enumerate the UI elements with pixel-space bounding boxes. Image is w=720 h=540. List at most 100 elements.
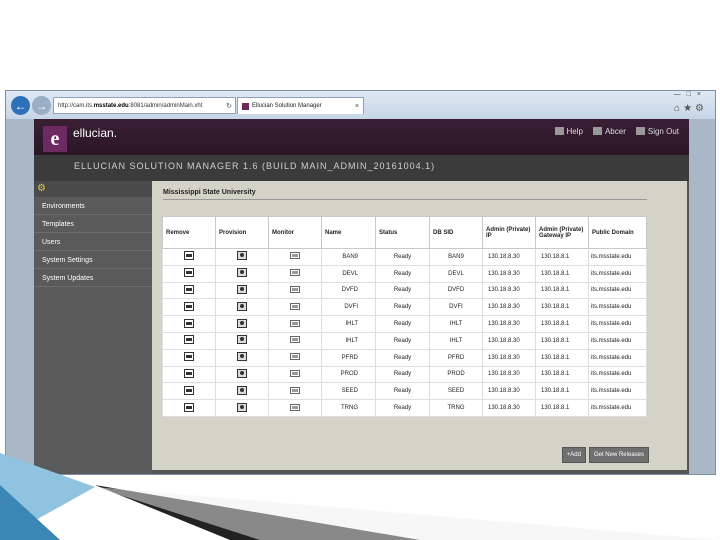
remove-cell xyxy=(162,298,216,317)
gateway-ip-cell: 130.18.8.1 xyxy=(535,248,589,266)
remove-cell xyxy=(162,264,216,283)
close-tab-icon[interactable]: × xyxy=(355,103,363,110)
provision-cell xyxy=(215,298,269,317)
remove-icon[interactable] xyxy=(184,318,194,328)
user-icon xyxy=(592,127,602,135)
logo-text: ellucian. xyxy=(73,126,118,140)
remove-icon[interactable] xyxy=(184,335,194,345)
monitor-icon[interactable] xyxy=(290,353,300,361)
back-button[interactable]: ← xyxy=(11,96,30,115)
sid-cell: IHLT xyxy=(429,331,483,350)
provision-cell xyxy=(215,331,269,350)
provision-icon[interactable] xyxy=(237,284,247,294)
help-link[interactable]: Help xyxy=(554,127,583,136)
status-cell: Ready xyxy=(375,365,430,384)
admin-ip-cell: 130.18.8.30 xyxy=(482,348,536,367)
monitor-cell xyxy=(268,399,322,417)
provision-cell xyxy=(215,315,269,333)
monitor-icon[interactable] xyxy=(290,336,300,344)
main-panel: Mississippi State University Remove Prov… xyxy=(152,181,687,470)
browser-tools: ⌂★⚙ xyxy=(674,103,707,114)
remove-icon[interactable] xyxy=(184,368,194,378)
provision-icon[interactable] xyxy=(237,335,247,345)
home-icon[interactable]: ⌂ xyxy=(674,103,683,114)
arrow-left-icon: ← xyxy=(14,98,27,113)
star-icon[interactable]: ★ xyxy=(683,103,695,114)
monitor-icon[interactable] xyxy=(290,269,300,277)
remove-icon[interactable] xyxy=(184,251,194,261)
sidebar-item-users[interactable]: Users xyxy=(34,233,152,251)
column-header: DB SID xyxy=(429,216,483,249)
provision-icon[interactable] xyxy=(237,368,247,378)
monitor-cell xyxy=(268,248,322,266)
monitor-icon[interactable] xyxy=(290,319,300,327)
status-cell: Ready xyxy=(375,264,430,283)
monitor-icon[interactable] xyxy=(290,302,300,310)
table-row: PROD Ready PROD 130.18.8.30 130.18.8.1 its.ms… xyxy=(162,365,647,384)
sidebar-item-environments[interactable]: Environments xyxy=(34,197,152,215)
public-domain-cell: its.msstate.edu xyxy=(588,382,647,401)
monitor-cell xyxy=(268,281,322,300)
public-domain-cell: its.msstate.edu xyxy=(588,331,647,350)
browser-window: ← → http://cam.its. msstate.edu:8081/admi… xyxy=(5,90,716,475)
monitor-icon[interactable] xyxy=(290,403,300,411)
remove-icon[interactable] xyxy=(184,402,194,412)
name-cell: IHLT xyxy=(321,315,376,333)
remove-icon[interactable] xyxy=(184,268,194,278)
sid-cell: IHLT xyxy=(429,315,483,333)
provision-cell xyxy=(215,281,269,300)
address-bar[interactable]: http://cam.its. msstate.edu:8081/admin/ad… xyxy=(53,97,236,114)
status-cell: Ready xyxy=(375,382,430,401)
app-banner: ELLUCIAN SOLUTION MANAGER 1.6 (BUILD MAI… xyxy=(34,155,689,181)
ellucian-logo-icon[interactable]: e xyxy=(43,126,67,152)
provision-icon[interactable] xyxy=(237,385,247,395)
column-header: Admin (Private) Gateway IP xyxy=(535,216,589,249)
column-header: Monitor xyxy=(268,216,322,249)
provision-icon[interactable] xyxy=(237,301,247,311)
provision-icon[interactable] xyxy=(237,251,247,261)
settings-gear-icon[interactable]: ⚙ xyxy=(34,181,152,197)
table-body: BAN9 Ready BAN9 130.18.8.30 130.18.8.1 its.ms… xyxy=(162,248,647,417)
grey-stripe xyxy=(95,487,720,540)
sid-cell: PROD xyxy=(429,365,483,384)
refresh-icon[interactable]: ↻ xyxy=(226,102,235,110)
monitor-icon[interactable] xyxy=(290,252,300,260)
sidebar-item-system-updates[interactable]: System Updates xyxy=(34,269,152,287)
user-link[interactable]: Abcer xyxy=(592,127,626,136)
help-icon xyxy=(554,127,564,135)
table-header-row: Remove Provision Monitor Name Status DB … xyxy=(162,216,647,249)
remove-icon[interactable] xyxy=(184,352,194,362)
table-row: DVFD Ready DVFD 130.18.8.30 130.18.8.1 its.ms… xyxy=(162,281,647,300)
public-domain-cell: its.msstate.edu xyxy=(588,399,647,417)
window-controls[interactable]: —□× xyxy=(674,91,707,98)
column-header: Admin (Private) IP xyxy=(482,216,536,249)
monitor-cell xyxy=(268,264,322,283)
sidebar-item-templates[interactable]: Templates xyxy=(34,215,152,233)
gear-icon[interactable]: ⚙ xyxy=(695,103,707,114)
sidebar-item-system-settings[interactable]: System Settings xyxy=(34,251,152,269)
remove-icon[interactable] xyxy=(184,301,194,311)
signout-icon xyxy=(635,127,645,135)
url-domain: msstate.edu xyxy=(93,102,129,109)
forward-button[interactable]: → xyxy=(32,96,51,115)
monitor-icon[interactable] xyxy=(290,285,300,293)
provision-icon[interactable] xyxy=(237,402,247,412)
public-domain-cell: its.msstate.edu xyxy=(588,315,647,333)
remove-cell xyxy=(162,365,216,384)
monitor-cell xyxy=(268,315,322,333)
sid-cell: BAN9 xyxy=(429,248,483,266)
table-row: BAN9 Ready BAN9 130.18.8.30 130.18.8.1 its.ms… xyxy=(162,248,647,266)
monitor-icon[interactable] xyxy=(290,386,300,394)
gateway-ip-cell: 130.18.8.1 xyxy=(535,298,589,317)
provision-icon[interactable] xyxy=(237,318,247,328)
table-row: DEVL Ready DEVL 130.18.8.30 130.18.8.1 its.ms… xyxy=(162,264,647,283)
browser-tab[interactable]: Ellucian Solution Manager × xyxy=(237,97,364,114)
monitor-icon[interactable] xyxy=(290,369,300,377)
remove-icon[interactable] xyxy=(184,385,194,395)
provision-icon[interactable] xyxy=(237,268,247,278)
provision-icon[interactable] xyxy=(237,352,247,362)
provision-cell xyxy=(215,348,269,367)
signout-link[interactable]: Sign Out xyxy=(635,127,679,136)
name-cell: PROD xyxy=(321,365,376,384)
remove-icon[interactable] xyxy=(184,284,194,294)
